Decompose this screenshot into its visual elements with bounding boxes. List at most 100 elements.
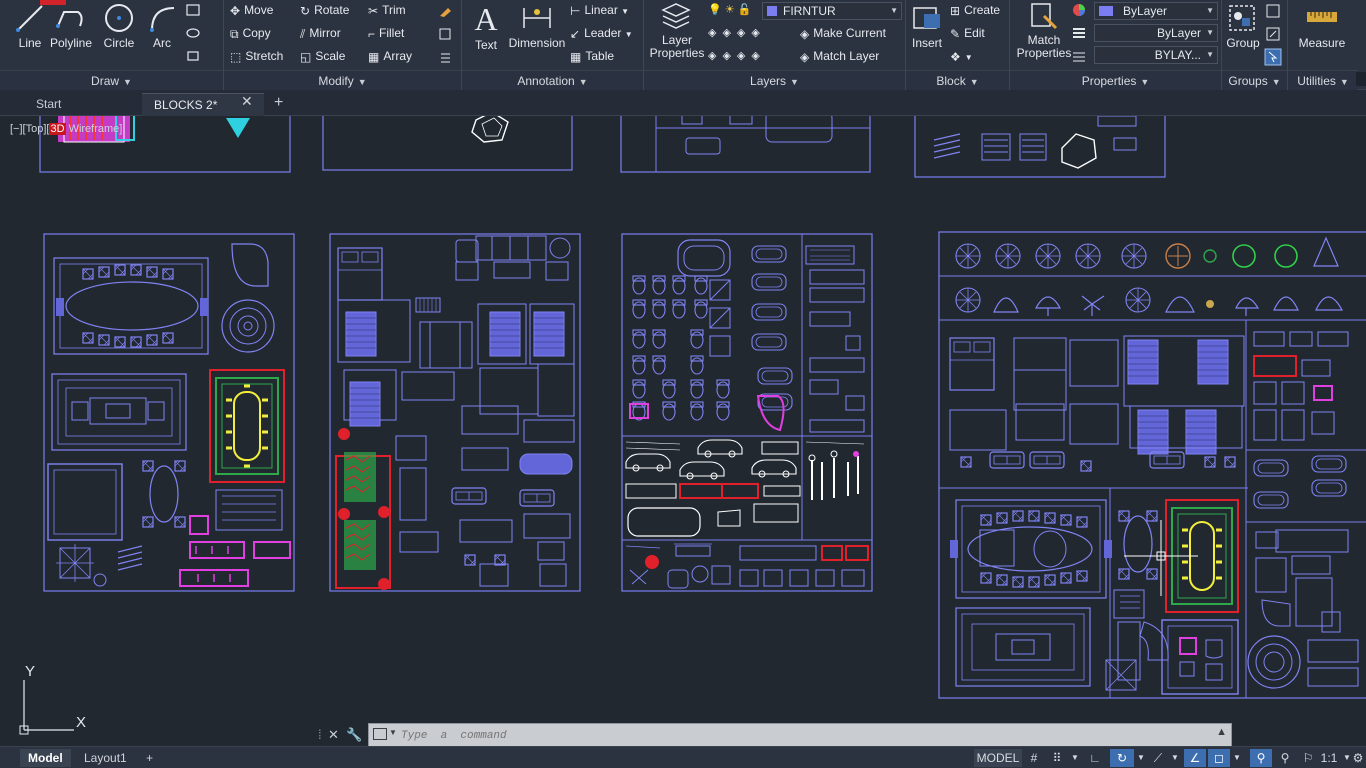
annotation-panel-title[interactable]: Annotation ▼ (462, 70, 643, 90)
groups-panel-title[interactable]: Groups ▼ (1222, 70, 1287, 90)
utilities-panel-title[interactable]: Utilities ▼ (1288, 70, 1358, 90)
rotate-tool[interactable]: ↻ Rotate (300, 0, 349, 20)
annotation-scale-button[interactable]: 1:1 (1318, 749, 1340, 767)
measure-tool[interactable]: Measure (1296, 2, 1348, 50)
block-frame-top-4[interactable] (914, 116, 1166, 178)
block-frame-living-dining[interactable] (43, 233, 295, 592)
object-snap-icon[interactable]: ◻ (1208, 749, 1230, 767)
layer-properties-tool[interactable]: Layer Properties (646, 2, 706, 60)
gear-icon[interactable]: ⚙ (1350, 749, 1366, 767)
ribbon-scroll-handle[interactable] (1356, 72, 1366, 86)
leader-tool[interactable]: ↙ Leader ▼ (570, 23, 633, 43)
new-tab-icon[interactable]: + (274, 94, 283, 112)
tab-model[interactable]: Model (20, 749, 71, 767)
scale-tool[interactable]: ◱ Scale (300, 46, 345, 66)
drag-handle-icon[interactable]: ⁞ (318, 723, 322, 747)
annotation-icon[interactable]: ⚐ (1298, 749, 1318, 767)
tab-start[interactable]: Start (24, 93, 73, 116)
mirror-tool[interactable]: ⫽ Mirror (300, 23, 341, 43)
chevron-down-icon[interactable]: ▼ (1070, 749, 1080, 767)
match-properties-tool[interactable]: Match Properties (1014, 2, 1072, 60)
match-layer-tool[interactable]: ◈ Match Layer (800, 46, 879, 66)
boundary-icon[interactable] (186, 50, 200, 62)
layer-tools-row1[interactable]: ◈◈◈◈ (708, 26, 766, 39)
table-tool[interactable]: ▦ Table (570, 46, 614, 66)
chevron-down-icon[interactable]: ▼ (1232, 749, 1242, 767)
circle-tool[interactable]: Circle (100, 2, 138, 50)
close-icon[interactable]: ✕ (328, 723, 339, 747)
chevron-down-icon[interactable]: ▼ (389, 728, 397, 737)
layers-panel-title[interactable]: Layers ▼ (644, 70, 905, 90)
command-input[interactable] (401, 727, 1201, 744)
group-selection-icon[interactable] (1264, 48, 1282, 66)
hatch-icon[interactable] (186, 27, 200, 39)
grid-icon[interactable]: # (1024, 749, 1044, 767)
lineweight-dropdown[interactable]: ByLayer ▼ (1094, 24, 1218, 42)
object-snap-tracking-icon[interactable]: ∠ (1184, 749, 1206, 767)
fillet-tool[interactable]: ⌐ Fillet (368, 23, 404, 43)
linear-dimension-tool[interactable]: ⊢ Linear ▼ (570, 0, 629, 20)
dimension-tool[interactable]: Dimension (506, 2, 568, 50)
trim-tool[interactable]: ✂ Trim (368, 0, 406, 20)
chevron-down-icon[interactable]: ▼ (1170, 749, 1180, 767)
block-frame-top-2[interactable] (322, 116, 573, 171)
array-tool[interactable]: ▦ Array (368, 46, 412, 66)
color-dropdown[interactable]: ByLayer ▼ (1094, 2, 1218, 20)
insert-tool[interactable]: Insert (908, 2, 946, 50)
properties-panel-title[interactable]: Properties ▼ (1010, 70, 1221, 90)
explode-icon[interactable] (438, 27, 452, 41)
copy-tool[interactable]: ⧉ Copy (230, 23, 271, 43)
close-icon[interactable]: ✕ (241, 93, 253, 110)
command-history-icon[interactable]: ▲ (1216, 726, 1227, 738)
block-attribute-tool[interactable]: ❖ ▼ (950, 46, 973, 66)
block-frame-master-collection[interactable] (938, 231, 1366, 699)
block-frame-top-3[interactable] (620, 116, 871, 173)
edit-block-tool[interactable]: ✎ Edit (950, 23, 985, 43)
snap-icon[interactable]: ⠿ (1046, 749, 1068, 767)
isodraft-icon[interactable]: ⟋ (1148, 749, 1168, 767)
linetype-dropdown[interactable]: BYLAY... ▼ (1094, 46, 1218, 64)
viewport-3d-label[interactable]: 3D (49, 123, 66, 135)
layer-tools-row2[interactable]: ◈◈◈◈ (708, 49, 766, 62)
layer-dropdown[interactable]: FIRNTUR ▼ (762, 2, 902, 20)
viewport-controls[interactable]: [−][Top][3D Wireframe] (10, 123, 122, 135)
model-space-drawing[interactable] (0, 116, 1366, 746)
wrench-icon[interactable]: 🔧 (346, 723, 362, 747)
make-current-tool[interactable]: ◈ Make Current (800, 23, 886, 43)
ungroup-icon[interactable] (1266, 4, 1280, 18)
drawing-canvas[interactable]: [−][Top][3D Wireframe] Y X (0, 116, 1366, 746)
annotation-visibility-icon[interactable]: ⚲ (1250, 749, 1272, 767)
ortho-icon[interactable]: ∟ (1086, 749, 1104, 767)
group-edit-icon[interactable] (1266, 27, 1280, 41)
create-block-tool[interactable]: ⊞ Create (950, 0, 1000, 20)
viewport-view-label[interactable]: [−][Top][ (10, 123, 49, 135)
command-input-box[interactable]: ▼ ▲ (368, 723, 1232, 747)
move-tool[interactable]: ✥ Move (230, 0, 273, 20)
block-frame-bedroom[interactable] (329, 233, 581, 592)
chevron-down-icon[interactable]: ▼ (1136, 749, 1146, 767)
arc-tool[interactable]: Arc (146, 2, 178, 50)
offset-icon[interactable] (438, 50, 452, 64)
auto-scale-icon[interactable]: ⚲ (1274, 749, 1296, 767)
draw-panel-title[interactable]: Draw ▼ (0, 70, 223, 90)
line-tool[interactable]: Line (10, 2, 50, 50)
polar-tracking-icon[interactable]: ↻ (1110, 749, 1134, 767)
modify-panel-title[interactable]: Modify ▼ (224, 70, 461, 90)
rectangle-icon[interactable] (186, 4, 200, 16)
text-tool[interactable]: A Text (470, 2, 502, 52)
block-frame-bathroom-vehicles[interactable] (621, 233, 873, 592)
command-prompt-icon[interactable] (373, 728, 387, 740)
add-layout-icon[interactable]: + (138, 749, 161, 767)
block-panel-title[interactable]: Block ▼ (906, 70, 1009, 90)
color-wheel-icon[interactable] (1072, 3, 1086, 17)
lineweight-icon[interactable] (1072, 26, 1086, 40)
linetype-icon[interactable] (1072, 49, 1086, 63)
viewport-visual-style-label[interactable]: Wireframe] (66, 123, 123, 135)
stretch-tool[interactable]: ⬚ Stretch (230, 46, 283, 66)
layer-state-icons[interactable]: 💡☀🔓 (708, 3, 754, 16)
polyline-tool[interactable]: Polyline (48, 2, 94, 50)
model-space-button[interactable]: MODEL (974, 749, 1022, 767)
group-tool[interactable]: Group (1224, 2, 1262, 50)
tab-layout1[interactable]: Layout1 (76, 749, 135, 767)
erase-icon[interactable] (438, 4, 452, 18)
